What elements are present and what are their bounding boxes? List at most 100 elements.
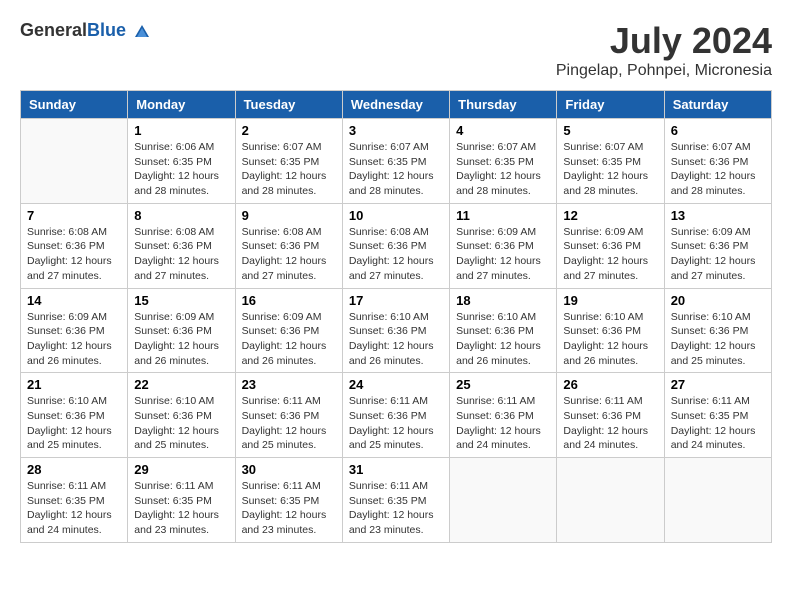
day-number: 21	[27, 377, 121, 392]
day-info: Sunrise: 6:08 AM Sunset: 6:36 PM Dayligh…	[242, 225, 336, 284]
calendar-cell	[557, 458, 664, 543]
day-info: Sunrise: 6:08 AM Sunset: 6:36 PM Dayligh…	[349, 225, 443, 284]
calendar-week-5: 28 Sunrise: 6:11 AM Sunset: 6:35 PM Dayli…	[21, 458, 772, 543]
day-info: Sunrise: 6:08 AM Sunset: 6:36 PM Dayligh…	[27, 225, 121, 284]
weekday-header-saturday: Saturday	[664, 91, 771, 119]
calendar-cell: 8 Sunrise: 6:08 AM Sunset: 6:36 PM Daylig…	[128, 203, 235, 288]
calendar-cell: 7 Sunrise: 6:08 AM Sunset: 6:36 PM Daylig…	[21, 203, 128, 288]
weekday-header-row: SundayMondayTuesdayWednesdayThursdayFrid…	[21, 91, 772, 119]
day-number: 26	[563, 377, 657, 392]
day-info: Sunrise: 6:07 AM Sunset: 6:36 PM Dayligh…	[671, 140, 765, 199]
calendar-cell: 22 Sunrise: 6:10 AM Sunset: 6:36 PM Dayli…	[128, 373, 235, 458]
day-info: Sunrise: 6:10 AM Sunset: 6:36 PM Dayligh…	[456, 310, 550, 369]
calendar-cell: 21 Sunrise: 6:10 AM Sunset: 6:36 PM Dayli…	[21, 373, 128, 458]
day-number: 10	[349, 208, 443, 223]
calendar-cell: 12 Sunrise: 6:09 AM Sunset: 6:36 PM Dayli…	[557, 203, 664, 288]
calendar-cell: 28 Sunrise: 6:11 AM Sunset: 6:35 PM Dayli…	[21, 458, 128, 543]
day-info: Sunrise: 6:09 AM Sunset: 6:36 PM Dayligh…	[456, 225, 550, 284]
calendar-cell: 6Sunrise: 6:07 AM Sunset: 6:36 PM Daylig…	[664, 119, 771, 204]
day-info: Sunrise: 6:11 AM Sunset: 6:36 PM Dayligh…	[563, 394, 657, 453]
day-info: Sunrise: 6:11 AM Sunset: 6:35 PM Dayligh…	[671, 394, 765, 453]
logo-blue-text: Blue	[87, 20, 126, 40]
day-number: 17	[349, 293, 443, 308]
location-subtitle: Pingelap, Pohnpei, Micronesia	[556, 62, 772, 80]
day-info: Sunrise: 6:10 AM Sunset: 6:36 PM Dayligh…	[671, 310, 765, 369]
day-info: Sunrise: 6:10 AM Sunset: 6:36 PM Dayligh…	[27, 394, 121, 453]
calendar-cell: 24 Sunrise: 6:11 AM Sunset: 6:36 PM Dayli…	[342, 373, 449, 458]
calendar-cell: 25 Sunrise: 6:11 AM Sunset: 6:36 PM Dayli…	[450, 373, 557, 458]
day-number: 20	[671, 293, 765, 308]
day-info: Sunrise: 6:09 AM Sunset: 6:36 PM Dayligh…	[242, 310, 336, 369]
day-info: Sunrise: 6:11 AM Sunset: 6:35 PM Dayligh…	[349, 479, 443, 538]
calendar-cell: 17Sunrise: 6:10 AM Sunset: 6:36 PM Dayli…	[342, 288, 449, 373]
day-info: Sunrise: 6:11 AM Sunset: 6:36 PM Dayligh…	[242, 394, 336, 453]
day-info: Sunrise: 6:07 AM Sunset: 6:35 PM Dayligh…	[456, 140, 550, 199]
day-number: 25	[456, 377, 550, 392]
calendar-cell: 20 Sunrise: 6:10 AM Sunset: 6:36 PM Dayli…	[664, 288, 771, 373]
day-info: Sunrise: 6:11 AM Sunset: 6:35 PM Dayligh…	[134, 479, 228, 538]
day-info: Sunrise: 6:11 AM Sunset: 6:35 PM Dayligh…	[27, 479, 121, 538]
calendar-cell: 19Sunrise: 6:10 AM Sunset: 6:36 PM Dayli…	[557, 288, 664, 373]
calendar-cell: 2 Sunrise: 6:07 AM Sunset: 6:35 PM Daylig…	[235, 119, 342, 204]
calendar-cell	[450, 458, 557, 543]
day-number: 12	[563, 208, 657, 223]
calendar-cell	[664, 458, 771, 543]
calendar-cell: 10 Sunrise: 6:08 AM Sunset: 6:36 PM Dayli…	[342, 203, 449, 288]
day-number: 5	[563, 123, 657, 138]
day-number: 7	[27, 208, 121, 223]
day-number: 1	[134, 123, 228, 138]
day-info: Sunrise: 6:09 AM Sunset: 6:36 PM Dayligh…	[27, 310, 121, 369]
weekday-header-tuesday: Tuesday	[235, 91, 342, 119]
calendar-cell: 4 Sunrise: 6:07 AM Sunset: 6:35 PM Daylig…	[450, 119, 557, 204]
weekday-header-monday: Monday	[128, 91, 235, 119]
day-info: Sunrise: 6:11 AM Sunset: 6:36 PM Dayligh…	[456, 394, 550, 453]
day-number: 14	[27, 293, 121, 308]
day-number: 8	[134, 208, 228, 223]
day-info: Sunrise: 6:07 AM Sunset: 6:35 PM Dayligh…	[242, 140, 336, 199]
calendar-cell	[21, 119, 128, 204]
day-info: Sunrise: 6:07 AM Sunset: 6:35 PM Dayligh…	[563, 140, 657, 199]
calendar-cell: 18Sunrise: 6:10 AM Sunset: 6:36 PM Dayli…	[450, 288, 557, 373]
calendar-cell: 27 Sunrise: 6:11 AM Sunset: 6:35 PM Dayli…	[664, 373, 771, 458]
calendar-cell: 16 Sunrise: 6:09 AM Sunset: 6:36 PM Dayli…	[235, 288, 342, 373]
day-number: 11	[456, 208, 550, 223]
day-info: Sunrise: 6:11 AM Sunset: 6:36 PM Dayligh…	[349, 394, 443, 453]
day-info: Sunrise: 6:09 AM Sunset: 6:36 PM Dayligh…	[134, 310, 228, 369]
calendar-cell: 15Sunrise: 6:09 AM Sunset: 6:36 PM Dayli…	[128, 288, 235, 373]
logo-icon	[133, 23, 151, 41]
calendar-cell: 31 Sunrise: 6:11 AM Sunset: 6:35 PM Dayli…	[342, 458, 449, 543]
calendar-cell: 9 Sunrise: 6:08 AM Sunset: 6:36 PM Daylig…	[235, 203, 342, 288]
day-number: 23	[242, 377, 336, 392]
day-info: Sunrise: 6:06 AM Sunset: 6:35 PM Dayligh…	[134, 140, 228, 199]
day-number: 2	[242, 123, 336, 138]
calendar-week-4: 21 Sunrise: 6:10 AM Sunset: 6:36 PM Dayli…	[21, 373, 772, 458]
day-number: 3	[349, 123, 443, 138]
day-number: 27	[671, 377, 765, 392]
calendar-cell: 1 Sunrise: 6:06 AM Sunset: 6:35 PM Daylig…	[128, 119, 235, 204]
day-number: 16	[242, 293, 336, 308]
weekday-header-friday: Friday	[557, 91, 664, 119]
calendar-cell: 26 Sunrise: 6:11 AM Sunset: 6:36 PM Dayli…	[557, 373, 664, 458]
logo-general-text: General	[20, 20, 87, 40]
calendar-cell: 5 Sunrise: 6:07 AM Sunset: 6:35 PM Daylig…	[557, 119, 664, 204]
day-number: 4	[456, 123, 550, 138]
header: GeneralBlue July 2024 Pingelap, Pohnpei,…	[20, 20, 772, 80]
day-info: Sunrise: 6:10 AM Sunset: 6:36 PM Dayligh…	[134, 394, 228, 453]
calendar-week-1: 1 Sunrise: 6:06 AM Sunset: 6:35 PM Daylig…	[21, 119, 772, 204]
day-number: 31	[349, 462, 443, 477]
calendar-cell: 14 Sunrise: 6:09 AM Sunset: 6:36 PM Dayli…	[21, 288, 128, 373]
day-info: Sunrise: 6:09 AM Sunset: 6:36 PM Dayligh…	[563, 225, 657, 284]
day-info: Sunrise: 6:11 AM Sunset: 6:35 PM Dayligh…	[242, 479, 336, 538]
day-info: Sunrise: 6:08 AM Sunset: 6:36 PM Dayligh…	[134, 225, 228, 284]
day-number: 22	[134, 377, 228, 392]
day-number: 13	[671, 208, 765, 223]
weekday-header-sunday: Sunday	[21, 91, 128, 119]
month-year-title: July 2024	[556, 20, 772, 62]
day-number: 30	[242, 462, 336, 477]
day-number: 28	[27, 462, 121, 477]
calendar-cell: 13Sunrise: 6:09 AM Sunset: 6:36 PM Dayli…	[664, 203, 771, 288]
calendar-cell: 3Sunrise: 6:07 AM Sunset: 6:35 PM Daylig…	[342, 119, 449, 204]
day-number: 24	[349, 377, 443, 392]
calendar-cell: 30 Sunrise: 6:11 AM Sunset: 6:35 PM Dayli…	[235, 458, 342, 543]
day-number: 9	[242, 208, 336, 223]
